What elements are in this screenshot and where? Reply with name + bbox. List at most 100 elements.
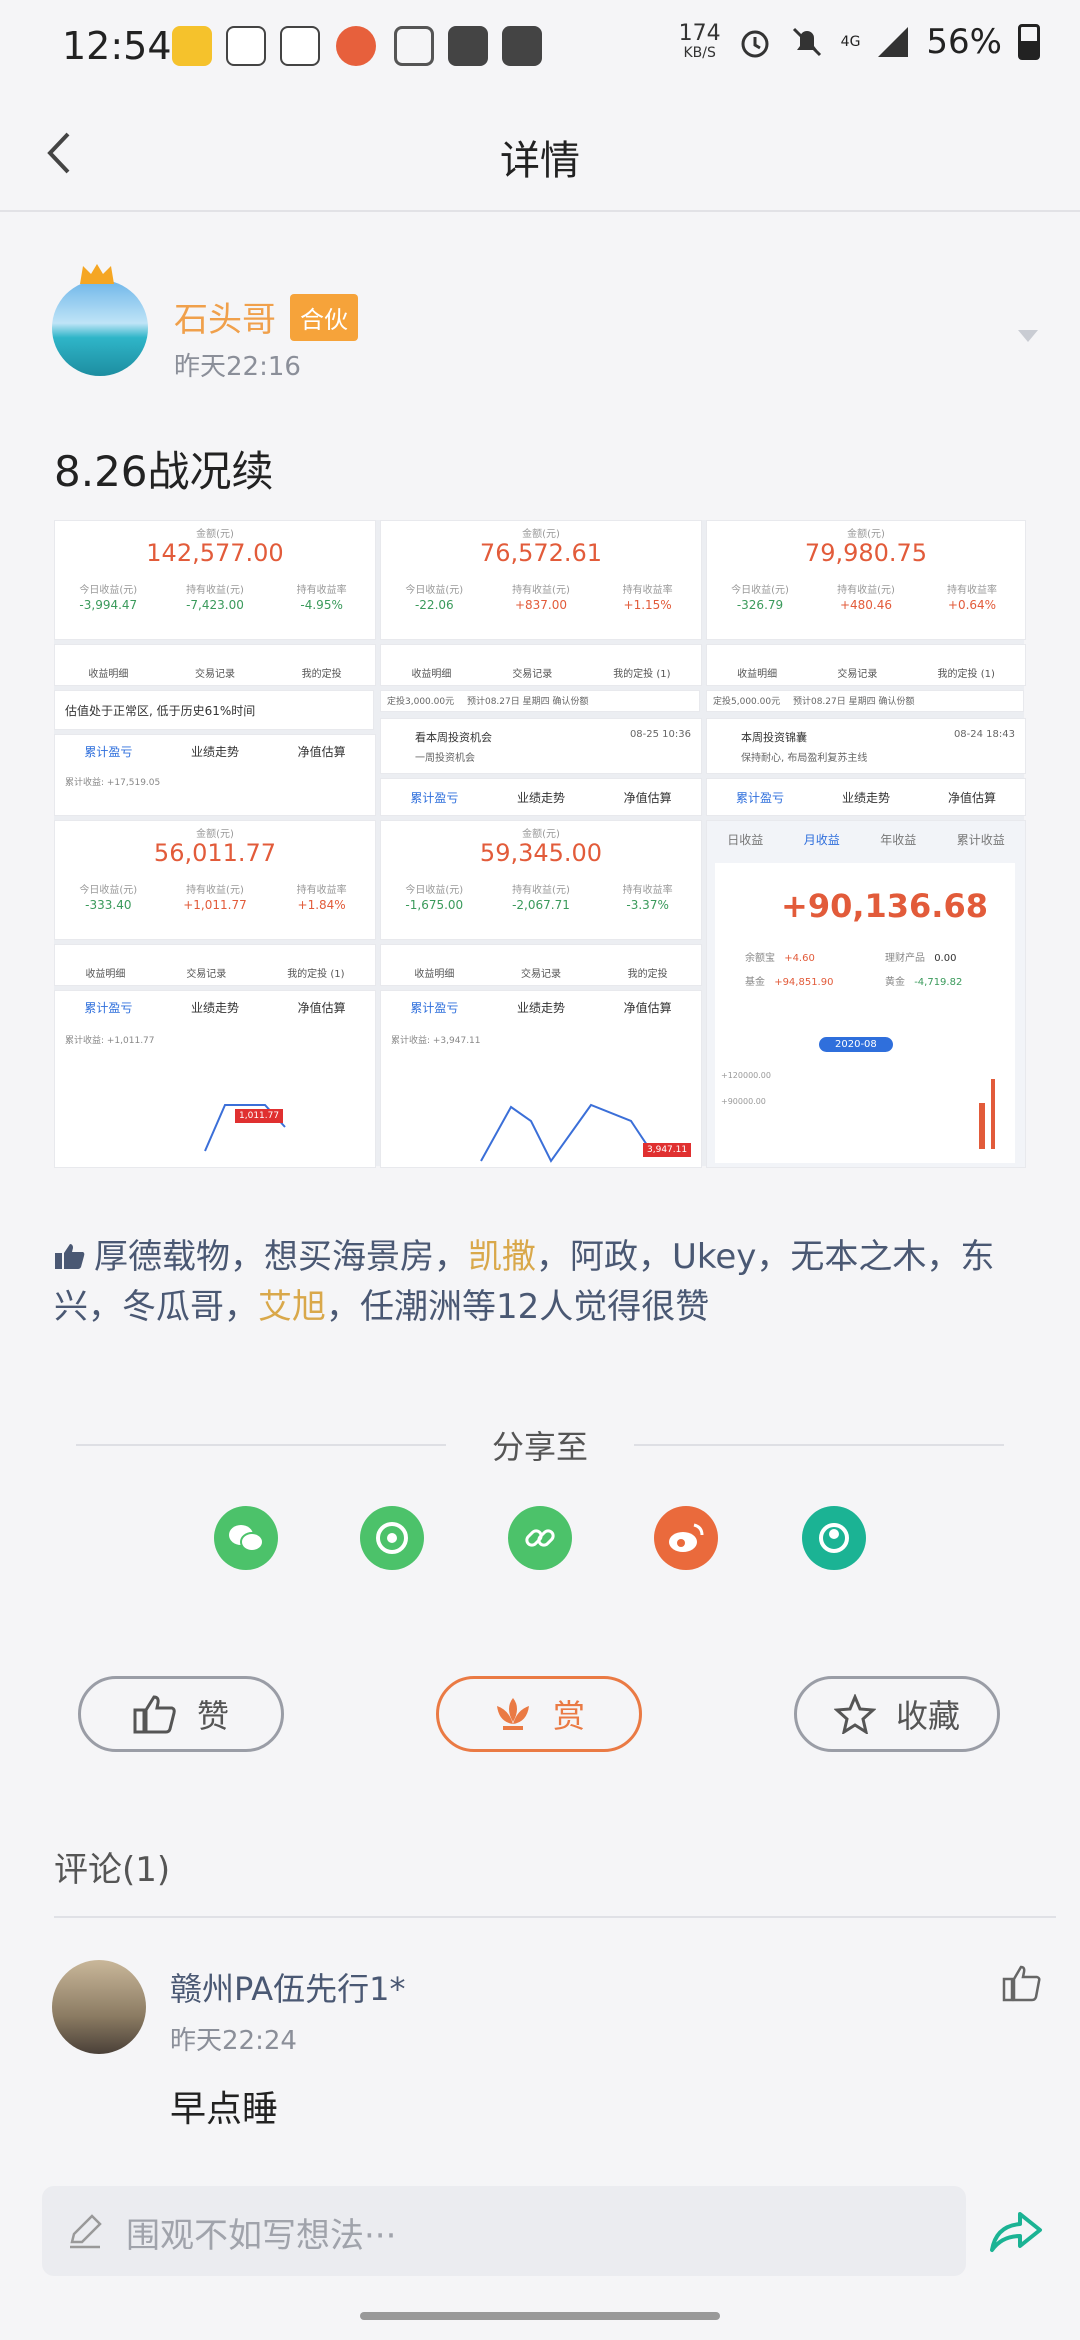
likes-list: 厚德载物，想买海景房，凯撒，阿政，Ukey，无本之木，东兴，冬瓜哥，艾旭，任潮洲… [54,1232,1024,1332]
metric-rate: -3.37% [626,898,669,912]
commenter-name[interactable]: 赣州PA伍先行1* [170,1964,406,2010]
fund-metrics: 今日收益(元) -326.79 持有收益(元) +480.46 持有收益率 +0.64… [707,581,1025,612]
news-title: 本周投资锦囊 [741,731,807,744]
metric-label: 持有收益(元) [837,585,895,596]
fund-metrics: 今日收益(元) -333.40 持有收益(元) +1,011.77 持有收益率 +1.… [55,881,375,912]
camera-app-icon [502,26,542,66]
fund-metrics: 今日收益(元) -22.06 持有收益(元) +837.00 持有收益率 +1.15% [381,581,701,612]
likes-name-highlight[interactable]: 艾旭 [258,1287,326,1327]
moments-icon[interactable] [360,1506,424,1570]
tab-estimate: 净值估算 [623,1001,672,1015]
signal-icon [878,27,909,57]
menu-my-plan: 我的定投 (1) [613,669,671,680]
game-app-icon [336,26,376,66]
menu-strip-5: 收益明细 交易记录 我的定投 [380,944,702,986]
crown-icon [80,264,114,284]
plan-amount: 定投5,000.00元 [713,697,781,707]
tab-cumulative: 累计盈亏 [84,745,133,759]
menu-strip-4: 收益明细 交易记录 我的定投 (1) [54,944,376,986]
likes-names-c[interactable]: ，任潮洲等12人觉得很赞 [326,1287,709,1327]
page-title: 详情 [500,138,580,184]
fund-amount: 76,572.61 [479,539,603,567]
like-label: 赞 [196,1697,229,1735]
bar-mark [979,1103,985,1149]
total-income: +90,136.68 [781,887,988,925]
menu-income-detail: 收益明细 [411,669,452,680]
menu-income-detail: 收益明细 [737,669,778,680]
amount-label: 金额(元) [847,529,885,540]
tab-cumulative: 累计盈亏 [410,791,459,805]
metric-label: 今日收益(元) [79,885,138,896]
tab-trend: 业绩走势 [190,1001,239,1015]
metric-hold: -2,067.71 [512,898,570,912]
battery-icon [1018,24,1040,60]
more-options-icon[interactable] [1018,330,1038,342]
metric-today: -333.40 [85,898,132,912]
news-date: 08-25 10:36 [629,729,691,740]
like-button[interactable]: 赞 [78,1676,284,1752]
divider [54,1916,1056,1918]
post-title: 8.26战况续 [54,447,274,496]
fund-metrics: 今日收益(元) -3,994.47 持有收益(元) -7,423.00 持有收益率 -… [55,581,375,612]
tab-trend: 业绩走势 [516,791,565,805]
tab-estimate: 净值估算 [297,1001,346,1015]
menu-my-plan: 我的定投 (1) [287,969,345,980]
qq-icon[interactable] [802,1506,866,1570]
menu-strip-2: 收益明细 交易记录 我的定投 (1) [380,644,702,686]
wechat-icon[interactable] [214,1506,278,1570]
axis-label: +90000.00 [721,1097,766,1106]
amount-label: 金额(元) [522,829,560,840]
row-key: 余额宝 [745,953,775,964]
menu-trade-record: 交易记录 [837,669,878,680]
fund-amount: 142,577.00 [146,539,284,567]
link-icon[interactable] [508,1506,572,1570]
menu-income-detail: 收益明细 [414,969,455,980]
metric-label: 持有收益(元) [186,885,244,896]
plan-note: 预计08.27日 星期四 确认份额 [466,697,589,707]
author-avatar[interactable] [52,280,148,376]
battery-percent: 56% [926,22,1002,62]
weibo-icon[interactable] [654,1506,718,1570]
likes-names-a[interactable]: 厚德载物，想买海景房， [94,1237,468,1277]
chart-card-2: 累计盈亏 业绩走势 净值估算 累计收益: +3,947.11 3,947.11 [380,990,702,1168]
metric-label: 持有收益率 [947,585,997,596]
plan-strip-2: 定投5,000.00元 预计08.27日 星期四 确认份额 [706,690,1024,712]
metric-hold: +1,011.77 [183,898,247,912]
amount-label: 金额(元) [522,529,560,540]
status-time: 12:54 [62,24,172,68]
axis-label: +120000.00 [721,1071,771,1080]
chart-tag: 3,947.11 [643,1143,692,1157]
valuation-notice: 估值处于正常区, 低于历史61%时间 [54,690,374,730]
likes-name-highlight[interactable]: 凯撒 [468,1237,536,1277]
row-val: +94,851.90 [774,977,834,988]
author-name[interactable]: 石头哥 [174,292,276,341]
home-indicator [360,2312,720,2320]
comment-text: 早点睡 [170,2089,279,2130]
fund-card-4: 金额(元) 56,011.77 今日收益(元) -333.40 持有收益(元) +1… [54,820,376,940]
share-forward-icon[interactable] [988,2208,1044,2254]
bar-mark [991,1079,995,1149]
menu-trade-record: 交易记录 [520,969,561,980]
tab-strip-3: 累计盈亏 业绩走势 净值估算 [706,778,1026,816]
news-sub: 一周投资机会 [415,753,475,764]
tab-monthly: 月收益 [803,833,840,847]
collect-label: 收藏 [895,1697,960,1735]
pencil-icon [70,2214,102,2249]
menu-my-plan: 我的定投 (1) [937,669,995,680]
month-pill: 2020-08 [819,1037,893,1052]
comment-like-icon[interactable] [1002,1964,1042,2002]
metric-hold: -7,423.00 [186,598,244,612]
wechat-app-icon [226,26,266,66]
collect-button[interactable]: 收藏 [794,1676,1000,1752]
invest-news-2: 本周投资锦囊 保持耐心, 布局盈利复苏主线 08-24 18:43 [706,718,1026,774]
reward-button[interactable]: 赏 [436,1676,642,1752]
menu-trade-record: 交易记录 [186,969,227,980]
commenter-avatar[interactable] [52,1960,146,2054]
metric-rate: +1.15% [623,598,672,612]
metric-label: 今日收益(元) [731,585,789,596]
post-image-grid[interactable]: 金额(元) 142,577.00 今日收益(元) -3,994.47 持有收益(元… [54,520,1026,1168]
nav-header: 详情 [0,100,1080,212]
cumulative-text: 累计收益: +17,519.05 [65,778,161,788]
tab-trend: 业绩走势 [516,1001,565,1015]
trend-chart [204,1104,286,1152]
